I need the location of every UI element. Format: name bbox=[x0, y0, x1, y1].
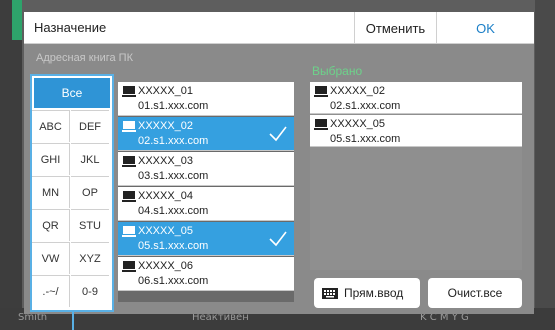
address-host: 02.s1.xxx.com bbox=[138, 135, 209, 147]
address-book-label: Адресная книга ПК bbox=[36, 52, 133, 64]
background-accent-bar bbox=[12, 0, 22, 40]
destination-dialog: Назначение Отменить OK Адресная книга ПК… bbox=[24, 12, 534, 314]
alpha-button-abc[interactable]: ABC bbox=[32, 110, 70, 142]
background-right-panel bbox=[535, 0, 555, 330]
selected-destinations-panel: XXXXX_02 02.s1.xxx.com XXXXX_05 05.s1.xx… bbox=[310, 82, 522, 270]
alpha-button-xyz[interactable]: XYZ bbox=[71, 242, 109, 274]
alpha-button-symbols[interactable]: .-~/ bbox=[32, 275, 70, 307]
cancel-button[interactable]: Отменить bbox=[354, 12, 436, 44]
address-item[interactable]: XXXXX_06 06.s1.xxx.com bbox=[118, 257, 294, 291]
address-host: 01.s1.xxx.com bbox=[138, 100, 209, 112]
address-item[interactable]: XXXXX_04 04.s1.xxx.com bbox=[118, 187, 294, 221]
address-host: 03.s1.xxx.com bbox=[138, 170, 209, 182]
selected-item[interactable]: XXXXX_02 02.s1.xxx.com bbox=[310, 82, 522, 114]
address-name: XXXXX_01 bbox=[138, 85, 194, 97]
address-name: XXXXX_06 bbox=[138, 260, 194, 272]
computer-icon bbox=[314, 119, 328, 130]
alpha-button-def[interactable]: DEF bbox=[71, 110, 109, 142]
alpha-button-stu[interactable]: STU bbox=[71, 209, 109, 241]
selected-host: 05.s1.xxx.com bbox=[330, 133, 401, 145]
selected-name: XXXXX_02 bbox=[330, 85, 386, 97]
checkmark-icon bbox=[269, 126, 287, 142]
computer-icon bbox=[122, 156, 136, 167]
address-host: 05.s1.xxx.com bbox=[138, 240, 209, 252]
computer-icon bbox=[314, 86, 328, 97]
direct-entry-label: Прям.ввод bbox=[344, 286, 404, 300]
selected-host: 02.s1.xxx.com bbox=[330, 100, 401, 112]
alpha-button-mn[interactable]: MN bbox=[32, 176, 70, 208]
address-item[interactable]: XXXXX_03 03.s1.xxx.com bbox=[118, 152, 294, 186]
address-name: XXXXX_02 bbox=[138, 120, 194, 132]
computer-icon bbox=[122, 226, 136, 237]
computer-icon bbox=[122, 121, 136, 132]
alpha-all-button[interactable]: Все bbox=[34, 78, 110, 108]
selected-label: Выбрано bbox=[312, 64, 363, 78]
direct-entry-button[interactable]: Прям.ввод bbox=[314, 278, 420, 308]
address-name: XXXXX_03 bbox=[138, 155, 194, 167]
selected-item[interactable]: XXXXX_05 05.s1.xxx.com bbox=[310, 115, 522, 147]
alpha-button-ghi[interactable]: GHI bbox=[32, 143, 70, 175]
address-item[interactable]: XXXXX_02 02.s1.xxx.com bbox=[118, 117, 294, 151]
alpha-button-jkl[interactable]: JKL bbox=[71, 143, 109, 175]
alpha-button-vw[interactable]: VW bbox=[32, 242, 70, 274]
keyboard-icon bbox=[322, 287, 338, 299]
alpha-button-qr[interactable]: QR bbox=[32, 209, 70, 241]
address-name: XXXXX_05 bbox=[138, 225, 194, 237]
callout-pointer-line bbox=[72, 312, 74, 330]
address-host: 04.s1.xxx.com bbox=[138, 205, 209, 217]
address-list: XXXXX_01 01.s1.xxx.com XXXXX_02 02.s1.xx… bbox=[118, 82, 294, 302]
alpha-index-panel: Все ABC DEF GHI JKL MN OP QR STU VW XYZ … bbox=[30, 74, 114, 312]
ok-button[interactable]: OK bbox=[436, 12, 534, 44]
checkmark-icon bbox=[269, 231, 287, 247]
computer-icon bbox=[122, 86, 136, 97]
selected-name: XXXXX_05 bbox=[330, 118, 386, 130]
clear-all-button[interactable]: Очист.все bbox=[428, 278, 522, 308]
address-name: XXXXX_04 bbox=[138, 190, 194, 202]
dialog-title: Назначение bbox=[34, 20, 107, 35]
address-item[interactable]: XXXXX_05 05.s1.xxx.com bbox=[118, 222, 294, 256]
background-left-panel bbox=[0, 0, 22, 330]
address-item[interactable]: XXXXX_01 01.s1.xxx.com bbox=[118, 82, 294, 116]
dialog-header: Назначение Отменить OK bbox=[24, 12, 534, 44]
computer-icon bbox=[122, 191, 136, 202]
alpha-button-op[interactable]: OP bbox=[71, 176, 109, 208]
computer-icon bbox=[122, 261, 136, 272]
alpha-button-digits[interactable]: 0-9 bbox=[71, 275, 109, 307]
address-host: 06.s1.xxx.com bbox=[138, 275, 209, 287]
